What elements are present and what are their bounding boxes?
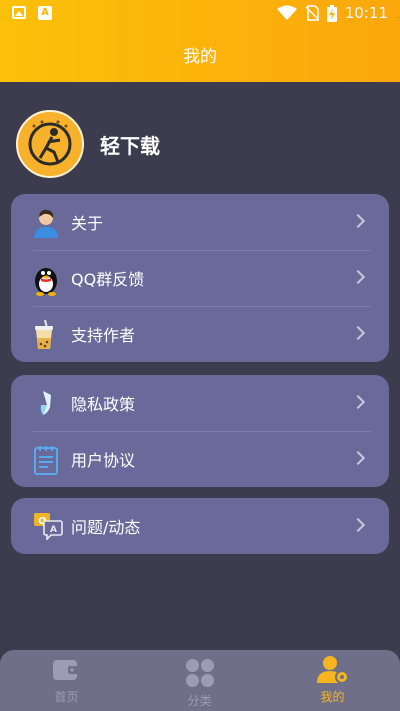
- tab-label: 分类: [187, 694, 212, 708]
- menu-item-label: 问题/动态: [71, 518, 141, 537]
- wifi-icon: [276, 5, 297, 20]
- tab-label: 我的: [320, 690, 345, 704]
- shield-icon: [33, 389, 59, 417]
- menu-item-issues-updates[interactable]: Q A 问题/动态: [11, 498, 389, 554]
- drink-cup-icon: [33, 319, 59, 349]
- app-name: 轻下载: [100, 133, 160, 158]
- menu-card-3: Q A 问题/动态: [11, 498, 389, 554]
- menu-item-user-agreement[interactable]: 用户协议: [11, 431, 389, 487]
- chevron-right-icon: [350, 213, 366, 229]
- menu-item-label: 关于: [71, 214, 104, 233]
- menu-card-2: 隐私政策 用户协议: [11, 375, 389, 487]
- header-bar: A 10:11 我的: [0, 0, 400, 82]
- status-bar: A 10:11: [0, 0, 400, 28]
- chevron-right-icon: [350, 517, 366, 533]
- menu-item-support-author[interactable]: 支持作者: [11, 306, 389, 362]
- qa-chat-icon: Q A: [33, 512, 63, 541]
- tab-category[interactable]: 分类: [133, 650, 266, 711]
- image-notification-icon: [12, 6, 26, 19]
- battery-charging-icon: [326, 4, 337, 22]
- document-icon: [33, 445, 59, 475]
- menu-item-label: QQ群反馈: [71, 270, 145, 289]
- menu-item-label: 用户协议: [71, 451, 136, 470]
- svg-text:A: A: [50, 525, 57, 535]
- menu-item-privacy-policy[interactable]: 隐私政策: [11, 375, 389, 431]
- menu-item-label: 隐私政策: [71, 395, 136, 414]
- chevron-right-icon: [350, 394, 366, 410]
- profile-section[interactable]: 轻下载: [16, 110, 160, 178]
- tab-home[interactable]: 首页: [0, 650, 133, 711]
- status-time: 10:11: [344, 4, 388, 22]
- tab-label: 首页: [54, 690, 79, 704]
- user-icon: [317, 656, 349, 684]
- logo-figure-icon: [28, 120, 72, 166]
- font-notification-icon: A: [38, 6, 52, 20]
- menu-item-qq-feedback[interactable]: QQ群反馈: [11, 250, 389, 306]
- bottom-navigation: 首页 分类 我的: [0, 650, 400, 711]
- menu-item-about[interactable]: 关于: [11, 194, 389, 250]
- avatar[interactable]: [16, 110, 84, 178]
- chevron-right-icon: [350, 450, 366, 466]
- person-icon: [33, 208, 59, 238]
- menu-item-label: 支持作者: [71, 326, 136, 345]
- no-sim-icon: [305, 5, 319, 21]
- qq-penguin-icon: [33, 264, 59, 296]
- grid-icon: [186, 659, 214, 687]
- chevron-right-icon: [350, 325, 366, 341]
- menu-card-1: 关于 QQ群反馈 支持作者: [11, 194, 389, 362]
- wallet-icon: [53, 660, 78, 680]
- page-title: 我的: [183, 47, 217, 67]
- tab-mine[interactable]: 我的: [266, 650, 399, 711]
- chevron-right-icon: [350, 269, 366, 285]
